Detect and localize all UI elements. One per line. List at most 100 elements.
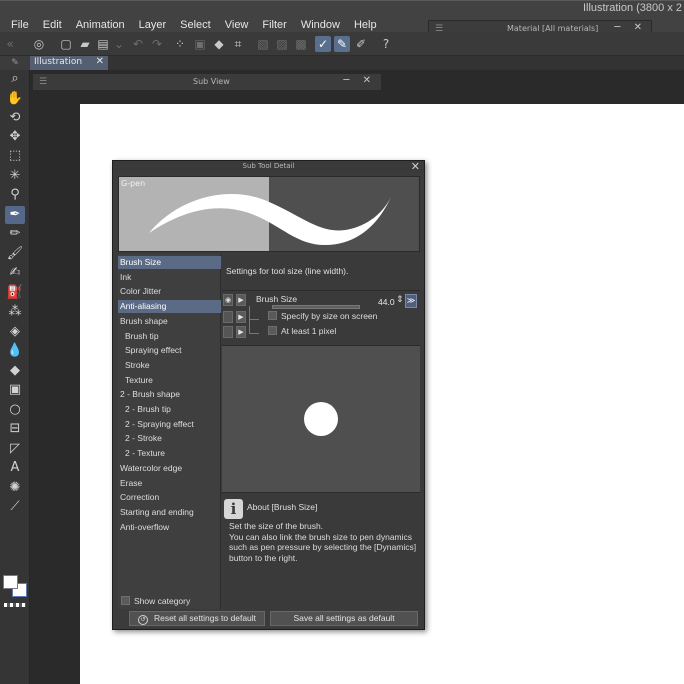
brush-icon[interactable]: 🖌 (5, 245, 25, 263)
open-file-icon[interactable]: ▰ (77, 36, 93, 52)
tab-illustration[interactable]: Illustration ✕ (30, 56, 108, 70)
snap-special-ruler-icon[interactable]: ▨ (274, 36, 290, 52)
ruler-icon[interactable]: ◸ (5, 440, 25, 458)
eye-icon[interactable] (223, 311, 233, 323)
pen-icon[interactable]: ✒ (5, 206, 25, 224)
checkbox-icon[interactable] (268, 326, 277, 335)
transform-icon[interactable]: ⌗ (230, 36, 246, 52)
min-pixel-option[interactable]: At least 1 pixel (268, 326, 336, 336)
close-icon[interactable]: ✕ (96, 56, 104, 67)
category-item[interactable]: Anti-aliasing (118, 300, 221, 314)
snap-grid-icon[interactable]: ▩ (293, 36, 309, 52)
save-icon[interactable]: ▤ (95, 36, 111, 52)
chevron-down-icon[interactable]: ⌄ (111, 36, 127, 52)
expand-arrow-icon[interactable]: ▶ (236, 311, 246, 323)
airbrush-icon[interactable]: ⛽ (5, 284, 25, 302)
about-line: button to the right. (229, 552, 298, 563)
category-item[interactable]: 2 - Brush tip (118, 403, 221, 416)
category-item[interactable]: 2 - Stroke (118, 432, 221, 445)
checkbox-icon[interactable] (121, 596, 130, 605)
expand-arrow-icon[interactable]: ▶ (236, 326, 246, 338)
menu-filter[interactable]: Filter (255, 17, 293, 33)
brush-size-value[interactable]: 44.0 (378, 297, 395, 307)
decoration-icon[interactable]: ⁂ (5, 303, 25, 321)
category-item[interactable]: Watercolor edge (118, 462, 221, 475)
reset-all-button[interactable]: ↺ Reset all settings to default (129, 611, 265, 626)
about-line: such as pen pressure by selecting the [D… (229, 542, 417, 552)
fill-selection-icon[interactable]: ◆ (211, 36, 227, 52)
specify-on-screen-option[interactable]: Specify by size on screen (268, 311, 377, 321)
transparent-color-swatch[interactable] (4, 603, 26, 607)
frame-border-icon[interactable]: ⊟ (5, 420, 25, 438)
text-icon[interactable]: A (5, 459, 25, 477)
brush-size-slider[interactable] (272, 305, 360, 309)
selection-icon[interactable]: ⬚ (5, 147, 25, 165)
clear-icon[interactable]: ▣ (192, 36, 208, 52)
snap-ruler-icon[interactable]: ▧ (255, 36, 271, 52)
app-logo-icon[interactable]: ◎ (31, 36, 47, 52)
category-item[interactable]: Texture (118, 374, 221, 387)
eraser-icon[interactable]: ◈ (5, 323, 25, 341)
menu-window[interactable]: Window (294, 17, 347, 33)
menu-help[interactable]: Help (347, 17, 384, 33)
pin-icon[interactable]: ✎ (0, 56, 30, 70)
zoom-icon[interactable]: ⌕ (5, 70, 25, 88)
stabilize-post-icon[interactable]: ✎ (334, 36, 350, 52)
auto-select-icon[interactable]: ✳ (5, 167, 25, 185)
deselect-icon[interactable]: ⁘ (172, 36, 188, 52)
category-item[interactable]: Ink (118, 271, 221, 284)
redo-icon[interactable]: ↷ (149, 36, 165, 52)
pencil-icon[interactable]: ✏ (5, 225, 25, 243)
figure-icon[interactable]: ○ (5, 401, 25, 419)
category-item[interactable]: Starting and ending (118, 506, 221, 519)
menu-layer[interactable]: Layer (132, 17, 174, 33)
close-icon[interactable]: ✕ (411, 160, 420, 173)
blend-icon[interactable]: 💧 (5, 342, 25, 360)
marker-icon[interactable]: ✍ (5, 264, 25, 282)
dynamics-button[interactable]: ≫ (405, 294, 417, 308)
gradient-icon[interactable]: ▣ (5, 381, 25, 399)
collapse-icon[interactable]: « (2, 36, 18, 52)
balloon-icon[interactable]: ✺ (5, 479, 25, 497)
category-item[interactable]: Color Jitter (118, 285, 221, 298)
new-file-icon[interactable]: ▢ (58, 36, 74, 52)
category-item[interactable]: 2 - Brush shape (118, 388, 221, 401)
sub-view-panel-header[interactable]: ☰ Sub View ─ ✕ (32, 73, 382, 91)
eyedropper-icon[interactable]: ⚲ (5, 186, 25, 204)
save-all-button[interactable]: Save all settings as default (270, 611, 418, 626)
spinner-icon[interactable]: ⇕ (396, 295, 404, 305)
category-item[interactable]: 2 - Texture (118, 447, 221, 460)
move-icon[interactable]: ✥ (5, 128, 25, 146)
rotate-icon[interactable]: ⟲ (5, 109, 25, 127)
menu-edit[interactable]: Edit (36, 17, 69, 33)
main-color-swatch[interactable] (3, 575, 18, 589)
menu-file[interactable]: File (4, 17, 36, 33)
dialog-title-bar[interactable]: Sub Tool Detail ✕ (113, 160, 424, 173)
undo-icon[interactable]: ↶ (130, 36, 146, 52)
menu-view[interactable]: View (218, 17, 256, 33)
category-item[interactable]: Brush Size (118, 256, 221, 269)
grip-icon[interactable]: ☰ (39, 77, 47, 87)
hand-icon[interactable]: ✋ (5, 90, 25, 108)
stabilize-icon[interactable]: ✓ (315, 36, 331, 52)
category-item[interactable]: Brush tip (118, 330, 221, 343)
category-item[interactable]: 2 - Spraying effect (118, 418, 221, 431)
help-icon[interactable]: ? (378, 36, 394, 52)
vector-icon[interactable]: ✐ (353, 36, 369, 52)
eye-icon[interactable] (223, 326, 233, 338)
menu-select[interactable]: Select (173, 17, 218, 33)
correct-line-icon[interactable]: ⟋ (5, 498, 25, 516)
eye-icon[interactable]: ◉ (223, 294, 233, 306)
expand-arrow-icon[interactable]: ▶ (236, 294, 246, 306)
fill-icon[interactable]: ◆ (5, 362, 25, 380)
checkbox-icon[interactable] (268, 311, 277, 320)
category-item[interactable]: Stroke (118, 359, 221, 372)
category-item[interactable]: Brush shape (118, 315, 221, 328)
menu-animation[interactable]: Animation (69, 17, 132, 33)
category-item[interactable]: Spraying effect (118, 344, 221, 357)
category-item[interactable]: Erase (118, 477, 221, 490)
category-item[interactable]: Anti-overflow (118, 521, 221, 534)
category-item[interactable]: Correction (118, 491, 221, 504)
show-category-checkbox[interactable]: Show category (121, 596, 190, 606)
panel-window-buttons[interactable]: ─ ✕ (343, 75, 376, 86)
